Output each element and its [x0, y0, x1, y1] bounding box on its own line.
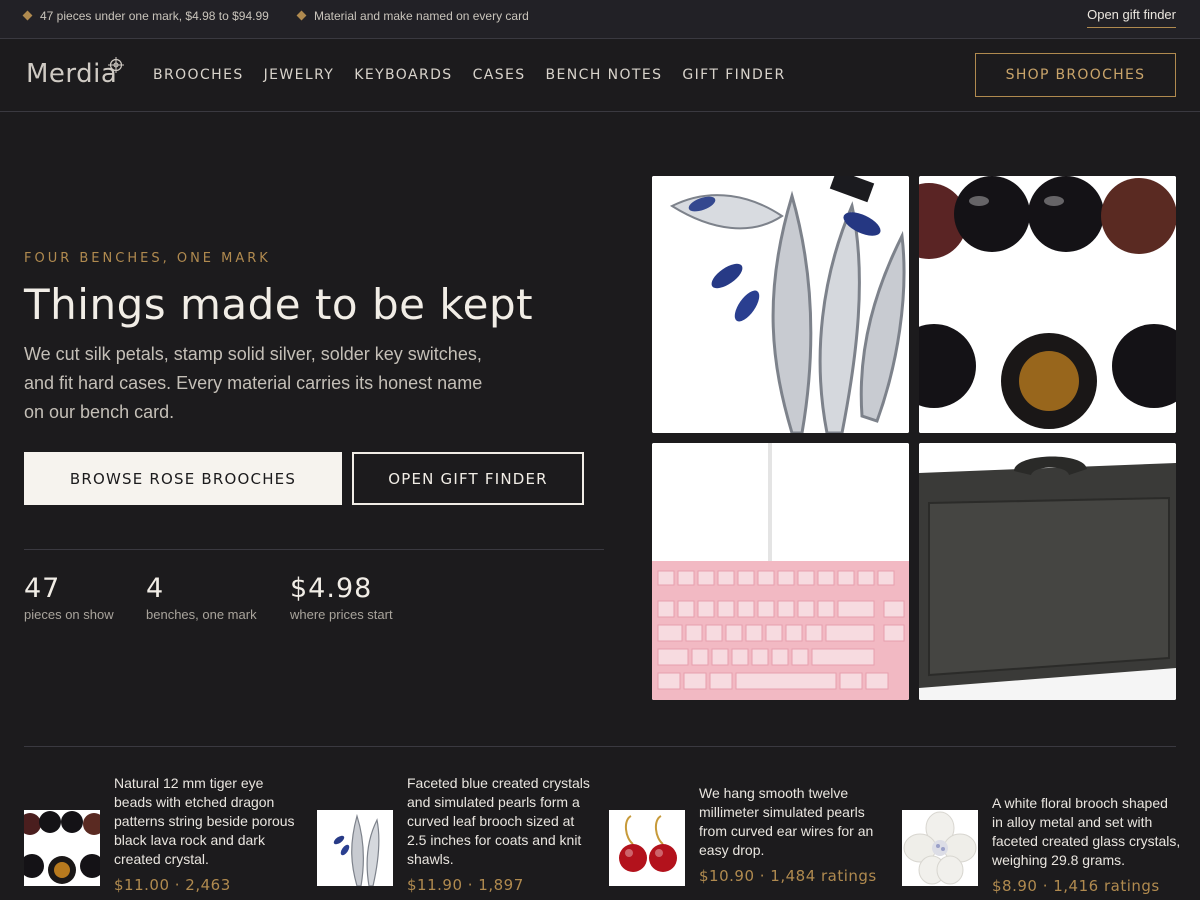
promo-item: 47 pieces under one mark, $4.98 to $94.9…	[22, 9, 269, 23]
nav-gift-finder[interactable]: GIFT FINDER	[682, 67, 785, 83]
nav-keyboards[interactable]: KEYBOARDS	[354, 67, 452, 83]
site-header: Merdia BROOCHES JEWELRY KEYBOARDS CASES …	[0, 39, 1200, 112]
divider	[24, 746, 1176, 747]
stat-label: benches, one mark	[146, 607, 257, 622]
browse-rose-brooches-button[interactable]: BROWSE ROSE BROOCHES	[24, 452, 342, 505]
product-description: Natural 12 mm tiger eye beads with etche…	[114, 775, 295, 867]
nav-brooches[interactable]: BROOCHES	[153, 67, 244, 83]
product-price-rating: $8.90 · 1,416 ratings	[992, 877, 1160, 895]
stat-benches: 4 benches, one mark	[146, 573, 257, 622]
promo-bar: 47 pieces under one mark, $4.98 to $94.9…	[0, 0, 1200, 39]
product-price-rating: $10.90 · 1,484 ratings	[699, 867, 877, 885]
diamond-icon	[22, 10, 33, 21]
product-info: We hang smooth twelve millimeter simulat…	[699, 784, 889, 887]
diamond-icon	[296, 10, 307, 21]
product-description: A white floral brooch shaped in alloy me…	[992, 795, 1181, 868]
crosshair-icon	[108, 57, 124, 73]
open-gift-finder-button[interactable]: OPEN GIFT FINDER	[352, 452, 584, 505]
product-info: Faceted blue created crystals and simula…	[407, 774, 597, 896]
leaf-brooch-thumbnail	[317, 810, 393, 886]
product-thumbnail[interactable]	[317, 810, 393, 886]
pink-keyboard-image[interactable]	[652, 443, 909, 700]
product-price-rating: $11.00 · 2,463	[114, 876, 231, 894]
tiger-eye-bracelet-image[interactable]	[919, 176, 1176, 433]
bead-bracelet-illustration	[919, 176, 1176, 433]
logo[interactable]: Merdia	[26, 59, 117, 89]
stat-price-start: $4.98 where prices start	[290, 573, 393, 622]
hero-title: Things made to be kept	[24, 280, 534, 329]
hero-description: We cut silk petals, stamp solid silver, …	[24, 344, 483, 422]
open-gift-finder-link[interactable]: Open gift finder	[1087, 7, 1176, 28]
divider	[24, 549, 604, 550]
promo-text: Material and make named on every card	[314, 9, 529, 23]
nav-cases[interactable]: CASES	[473, 67, 526, 83]
bead-bracelet-thumbnail	[24, 810, 100, 886]
pearl-earrings-thumbnail	[609, 810, 685, 886]
product-info: Natural 12 mm tiger eye beads with etche…	[114, 774, 304, 896]
leaf-brooch-illustration	[652, 176, 909, 433]
nav-jewelry[interactable]: JEWELRY	[264, 67, 335, 83]
product-thumbnail[interactable]	[902, 810, 978, 886]
keyboard-illustration	[652, 443, 909, 700]
product-thumbnail[interactable]	[609, 810, 685, 886]
stat-pieces: 47 pieces on show	[24, 573, 114, 622]
product-description: Faceted blue created crystals and simula…	[407, 775, 590, 867]
hero-eyebrow: FOUR BENCHES, ONE MARK	[24, 251, 271, 266]
promo-item: Material and make named on every card	[296, 9, 529, 23]
stat-value: $4.98	[290, 573, 373, 604]
nav-bench-notes[interactable]: BENCH NOTES	[546, 67, 663, 83]
product-price-rating: $11.90 · 1,897	[407, 876, 524, 894]
stat-value: 47	[24, 573, 61, 604]
stat-label: where prices start	[290, 607, 393, 622]
promo-text: 47 pieces under one mark, $4.98 to $94.9…	[40, 9, 269, 23]
hard-case-image[interactable]	[919, 443, 1176, 700]
product-thumbnail[interactable]	[24, 810, 100, 886]
product-description: We hang smooth twelve millimeter simulat…	[699, 785, 874, 858]
white-flower-brooch-thumbnail	[902, 810, 978, 886]
main-nav: BROOCHES JEWELRY KEYBOARDS CASES BENCH N…	[153, 67, 806, 83]
hard-case-illustration	[919, 443, 1176, 700]
stat-value: 4	[146, 573, 165, 604]
product-info: A white floral brooch shaped in alloy me…	[992, 794, 1182, 897]
shop-brooches-button[interactable]: SHOP BROOCHES	[975, 53, 1176, 97]
leaf-brooch-image[interactable]	[652, 176, 909, 433]
stat-label: pieces on show	[24, 607, 114, 622]
